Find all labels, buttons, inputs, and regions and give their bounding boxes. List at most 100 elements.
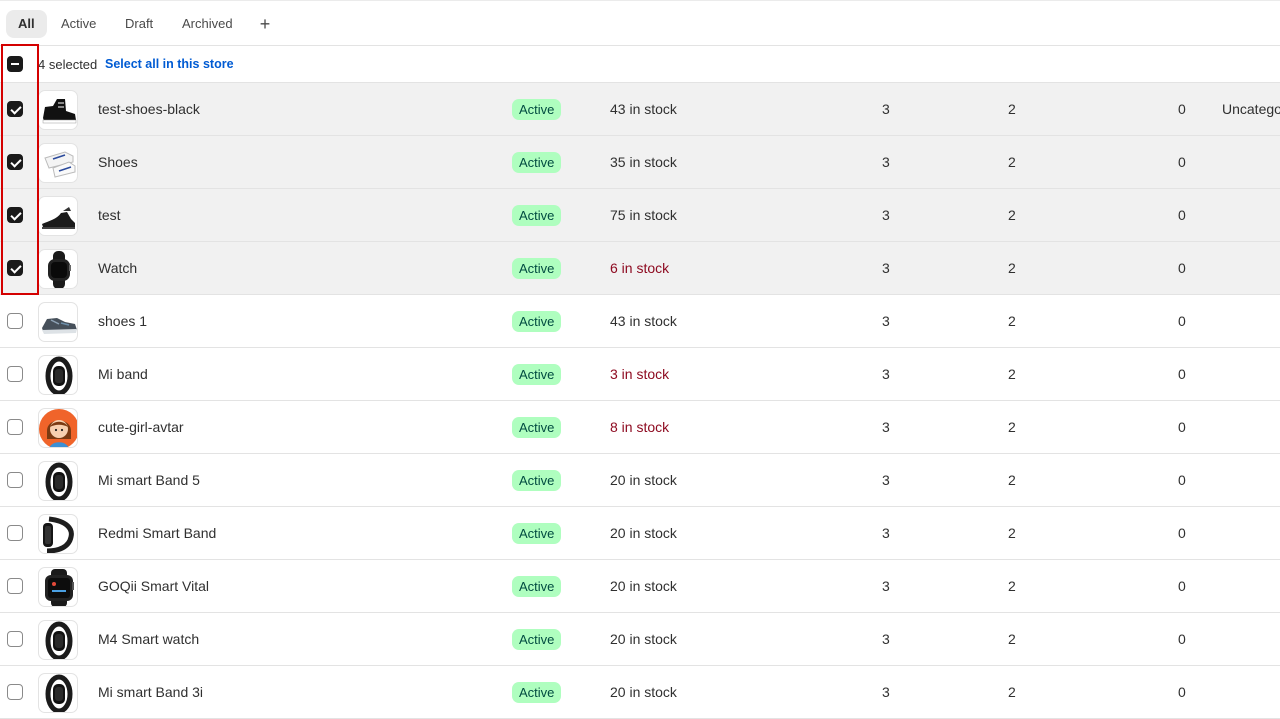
product-thumbnail[interactable]: [38, 620, 78, 660]
product-name[interactable]: M4 Smart watch: [98, 631, 199, 647]
row-checkbox[interactable]: [7, 101, 23, 117]
inventory-stock: 35 in stock: [610, 154, 677, 170]
product-name[interactable]: cute-girl-avtar: [98, 419, 184, 435]
markets-count: 2: [1008, 313, 1016, 329]
product-name[interactable]: Mi smart Band 5: [98, 472, 200, 488]
b2b-catalogs-count: 0: [1178, 260, 1186, 276]
product-thumbnail[interactable]: [38, 143, 78, 183]
tab-active[interactable]: Active: [49, 10, 108, 38]
product-name[interactable]: test: [98, 207, 121, 223]
markets-count: 2: [1008, 366, 1016, 382]
table-row[interactable]: Redmi Smart Band Active 20 in stock 3 2 0: [0, 507, 1280, 560]
inventory-stock: 3 in stock: [610, 366, 670, 382]
product-name[interactable]: Shoes: [98, 154, 138, 170]
row-checkbox[interactable]: [7, 366, 23, 382]
product-name[interactable]: shoes 1: [98, 313, 147, 329]
row-checkbox[interactable]: [7, 578, 23, 594]
table-row[interactable]: Shoes Active 35 in stock 3 2 0: [0, 136, 1280, 189]
product-name[interactable]: Redmi Smart Band: [98, 525, 216, 541]
b2b-catalogs-count: 0: [1178, 684, 1186, 700]
product-thumbnail[interactable]: [38, 673, 78, 713]
table-row[interactable]: cute-girl-avtar Active 8 in stock 3 2 0: [0, 401, 1280, 454]
markets-count: 2: [1008, 525, 1016, 541]
b2b-catalogs-count: 0: [1178, 207, 1186, 223]
sales-channels-count: 3: [882, 631, 890, 647]
row-checkbox[interactable]: [7, 684, 23, 700]
inventory-stock: 20 in stock: [610, 472, 677, 488]
product-thumbnail[interactable]: [38, 355, 78, 395]
b2b-catalogs-count: 0: [1178, 419, 1186, 435]
status-badge: Active: [512, 364, 562, 385]
b2b-catalogs-count: 0: [1178, 472, 1186, 488]
tab-archived[interactable]: Archived: [170, 10, 245, 38]
b2b-catalogs-count: 0: [1178, 366, 1186, 382]
markets-count: 2: [1008, 472, 1016, 488]
sales-channels-count: 3: [882, 419, 890, 435]
table-row[interactable]: Mi smart Band 3i Active 20 in stock 3 2 0: [0, 666, 1280, 719]
table-row[interactable]: M4 Smart watch Active 20 in stock 3 2 0: [0, 613, 1280, 666]
b2b-catalogs-count: 0: [1178, 631, 1186, 647]
tab-all[interactable]: All: [6, 10, 47, 38]
table-row[interactable]: Mi smart Band 5 Active 20 in stock 3 2 0: [0, 454, 1280, 507]
product-name[interactable]: Watch: [98, 260, 137, 276]
select-all-in-store-link[interactable]: Select all in this store: [105, 57, 234, 71]
row-checkbox[interactable]: [7, 419, 23, 435]
table-row[interactable]: test-shoes-black Active 43 in stock 3 2 0 Unca…: [0, 83, 1280, 136]
table-row[interactable]: Mi band Active 3 in stock 3 2 0: [0, 348, 1280, 401]
status-badge: Active: [512, 311, 562, 332]
select-all-checkbox[interactable]: [7, 56, 23, 72]
markets-count: 2: [1008, 631, 1016, 647]
status-badge: Active: [512, 629, 562, 650]
product-thumbnail[interactable]: [38, 514, 78, 554]
b2b-catalogs-count: 0: [1178, 154, 1186, 170]
row-checkbox[interactable]: [7, 260, 23, 276]
tab-draft[interactable]: Draft: [113, 10, 165, 38]
sales-channels-count: 3: [882, 578, 890, 594]
add-view-button[interactable]: +: [252, 10, 278, 38]
status-tabs: All Active Draft Archived +: [0, 0, 1280, 46]
table-row[interactable]: GOQii Smart Vital Active 20 in stock 3 2 0: [0, 560, 1280, 613]
product-name[interactable]: test-shoes-black: [98, 101, 200, 117]
status-badge: Active: [512, 682, 562, 703]
product-thumbnail[interactable]: [38, 249, 78, 289]
inventory-stock: 6 in stock: [610, 260, 670, 276]
row-checkbox[interactable]: [7, 525, 23, 541]
inventory-stock: 20 in stock: [610, 684, 677, 700]
table-row[interactable]: shoes 1 Active 43 in stock 3 2 0: [0, 295, 1280, 348]
sales-channels-count: 3: [882, 684, 890, 700]
markets-count: 2: [1008, 578, 1016, 594]
status-badge: Active: [512, 99, 562, 120]
product-thumbnail[interactable]: [38, 196, 78, 236]
product-thumbnail[interactable]: [38, 408, 78, 448]
sales-channels-count: 3: [882, 525, 890, 541]
sales-channels-count: 3: [882, 101, 890, 117]
status-badge: Active: [512, 417, 562, 438]
row-checkbox[interactable]: [7, 154, 23, 170]
inventory-stock: 43 in stock: [610, 101, 677, 117]
product-name[interactable]: GOQii Smart Vital: [98, 578, 209, 594]
table-row[interactable]: test Active 75 in stock 3 2 0: [0, 189, 1280, 242]
product-category: Uncatego: [1222, 101, 1280, 117]
status-badge: Active: [512, 258, 562, 279]
product-thumbnail[interactable]: [38, 302, 78, 342]
row-checkbox[interactable]: [7, 313, 23, 329]
markets-count: 2: [1008, 207, 1016, 223]
markets-count: 2: [1008, 419, 1016, 435]
bulk-actions-bar: 4 selected Select all in this store: [0, 46, 1280, 83]
product-thumbnail[interactable]: [38, 567, 78, 607]
product-thumbnail[interactable]: [38, 461, 78, 501]
product-name[interactable]: Mi band: [98, 366, 148, 382]
row-checkbox[interactable]: [7, 631, 23, 647]
product-thumbnail[interactable]: [38, 90, 78, 130]
inventory-stock: 20 in stock: [610, 525, 677, 541]
b2b-catalogs-count: 0: [1178, 578, 1186, 594]
sales-channels-count: 3: [882, 154, 890, 170]
status-badge: Active: [512, 205, 562, 226]
table-row[interactable]: Watch Active 6 in stock 3 2 0: [0, 242, 1280, 295]
b2b-catalogs-count: 0: [1178, 101, 1186, 117]
sales-channels-count: 3: [882, 260, 890, 276]
row-checkbox[interactable]: [7, 472, 23, 488]
product-name[interactable]: Mi smart Band 3i: [98, 684, 203, 700]
row-checkbox[interactable]: [7, 207, 23, 223]
selected-count: 4 selected: [38, 57, 98, 72]
